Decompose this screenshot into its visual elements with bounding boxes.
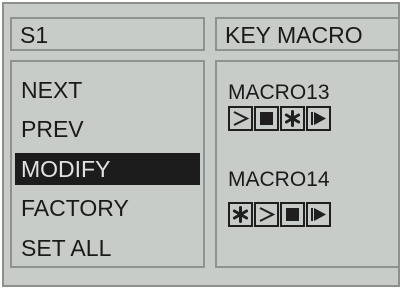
scene-title: S1 [20, 22, 49, 48]
macro-key[interactable] [254, 202, 279, 227]
macro-key[interactable] [228, 202, 253, 227]
menu-item-modify[interactable]: MODIFY [15, 153, 200, 185]
macro-key[interactable] [306, 202, 331, 227]
device-screen: S1 KEY MACRO NEXT PREV MODIFY FACTORY SE… [2, 2, 400, 287]
macro-key[interactable] [280, 202, 305, 227]
menu-item-set-all[interactable]: SET ALL [15, 232, 200, 264]
asterisk-icon [232, 206, 249, 223]
asterisk-icon [284, 110, 301, 127]
next-icon [233, 111, 249, 126]
macro-panel: MACRO13 MACRO14 [215, 60, 400, 268]
macro-label: MACRO14 [228, 168, 330, 191]
menu-item-prev[interactable]: PREV [15, 113, 200, 145]
next-icon [259, 207, 275, 222]
stop-icon [286, 208, 299, 221]
macro-key[interactable] [254, 106, 279, 131]
menu-panel: NEXT PREV MODIFY FACTORY SET ALL [10, 60, 205, 268]
macro-key-sequence [228, 106, 331, 131]
mode-title-box: KEY MACRO [215, 17, 400, 51]
macro-key[interactable] [280, 106, 305, 131]
menu-item-next[interactable]: NEXT [15, 74, 200, 106]
macro-key[interactable] [228, 106, 253, 131]
macro-key-sequence [228, 202, 331, 227]
macro-key[interactable] [306, 106, 331, 131]
mode-title: KEY MACRO [225, 22, 363, 48]
macro-label: MACRO13 [228, 81, 330, 104]
scene-title-box: S1 [10, 17, 205, 51]
stop-icon [260, 112, 273, 125]
menu-item-factory[interactable]: FACTORY [15, 192, 200, 224]
play-icon [311, 112, 326, 125]
play-icon [311, 208, 326, 221]
